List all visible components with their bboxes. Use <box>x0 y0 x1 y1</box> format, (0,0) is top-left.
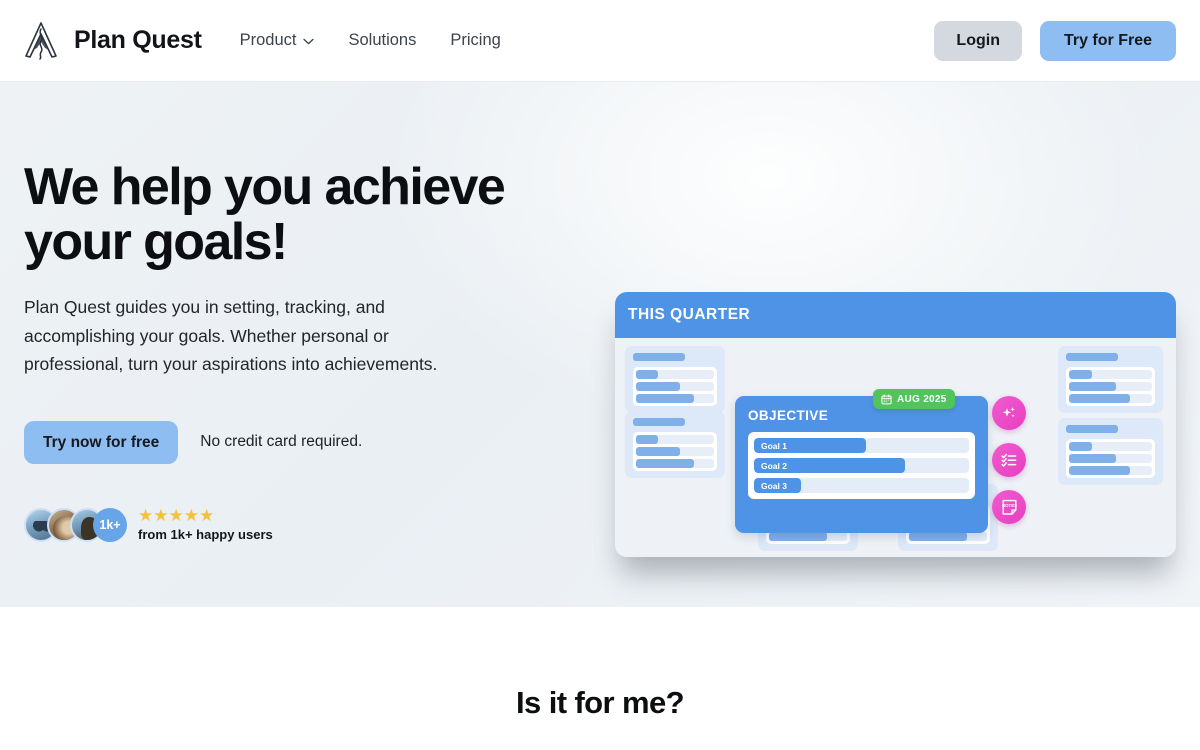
progress-row <box>636 394 714 403</box>
hero-subheading: Plan Quest guides you in setting, tracki… <box>24 297 438 375</box>
goal-label: Goal 2 <box>761 460 787 471</box>
progress-row <box>1069 454 1152 463</box>
goal-row: Goal 1 <box>754 438 969 453</box>
board-header: THIS QUARTER <box>615 292 1176 338</box>
progress-row <box>1069 466 1152 475</box>
rating-block: ★★★★★ from 1k+ happy users <box>138 507 273 542</box>
mini-card <box>1058 418 1163 485</box>
mini-card-rows <box>633 367 717 406</box>
mini-card <box>1058 346 1163 413</box>
date-badge: AUG 2025 <box>873 389 955 409</box>
mini-card <box>625 346 725 413</box>
no-credit-card-note: No credit card required. <box>200 433 363 451</box>
nav-item-product[interactable]: Product <box>240 31 315 50</box>
nav-links: Product Solutions Pricing <box>240 31 501 50</box>
goal-row: Goal 2 <box>754 458 969 473</box>
notes-icon: NOTES <box>1000 498 1019 517</box>
action-pill-group: NOTES <box>992 396 1026 524</box>
avatar-count-badge: 1k+ <box>93 507 127 542</box>
progress-row <box>909 532 987 541</box>
brand-name: Plan Quest <box>74 26 202 54</box>
mini-card-rows <box>1066 367 1155 406</box>
section-title: Is it for me? <box>516 685 685 720</box>
top-navbar: Plan Quest Product Solutions Pricing Log… <box>0 0 1200 82</box>
mini-card-title-bar <box>633 353 685 361</box>
social-proof: 1k+ ★★★★★ from 1k+ happy users <box>24 507 554 542</box>
notes-pill-button[interactable]: NOTES <box>992 490 1026 524</box>
mountain-peak-logo-icon <box>22 20 60 62</box>
hero-section: We help you achieve your goals! Plan Que… <box>0 82 1200 607</box>
goal-label: Goal 1 <box>761 440 787 451</box>
nav-item-pricing-label: Pricing <box>450 31 501 49</box>
hero-heading: We help you achieve your goals! <box>24 158 506 271</box>
mini-card-title-bar <box>633 418 685 426</box>
svg-text:NOTES: NOTES <box>1001 503 1016 508</box>
try-now-for-free-button[interactable]: Try now for free <box>24 420 179 465</box>
avatar-group: 1k+ <box>24 507 127 542</box>
sparkles-pill-button[interactable] <box>992 396 1026 430</box>
progress-row <box>1069 370 1152 379</box>
nav-item-solutions[interactable]: Solutions <box>348 31 416 50</box>
hero-cta-row: Try now for free No credit card required… <box>24 420 554 465</box>
goal-list: Goal 1 Goal 2 Goal 3 <box>748 432 975 499</box>
brand-logo-link[interactable]: Plan Quest <box>22 20 202 62</box>
nav-actions: Login Try for Free <box>934 20 1176 61</box>
chevron-down-icon <box>303 36 315 45</box>
hero-text-block: We help you achieve your goals! Plan Que… <box>24 160 554 542</box>
progress-row <box>636 370 714 379</box>
objective-title: OBJECTIVE <box>748 408 829 423</box>
progress-row <box>1069 442 1152 451</box>
date-badge-label: AUG 2025 <box>897 393 947 405</box>
goal-row: Goal 3 <box>754 478 969 493</box>
checklist-icon <box>1000 451 1018 469</box>
mini-card <box>625 411 725 478</box>
mini-card-rows <box>1066 439 1155 478</box>
board-title: THIS QUARTER <box>628 306 751 323</box>
mini-card-rows <box>633 432 717 471</box>
progress-row <box>636 459 714 468</box>
nav-item-solutions-label: Solutions <box>348 31 417 49</box>
progress-row <box>636 435 714 444</box>
progress-row <box>1069 394 1152 403</box>
progress-row <box>1069 382 1152 391</box>
star-rating-icon: ★★★★★ <box>138 506 215 526</box>
calendar-icon <box>881 393 892 405</box>
mini-card-title-bar <box>1066 425 1118 433</box>
objective-panel: OBJECTIVE Goal 1 Goal 2 Goal 3 <box>735 396 988 533</box>
nav-item-product-label: Product <box>239 31 297 49</box>
mini-card-title-bar <box>1066 353 1118 361</box>
goal-label: Goal 3 <box>761 480 787 491</box>
sparkles-icon <box>1000 404 1018 422</box>
login-button[interactable]: Login <box>934 20 1022 61</box>
progress-row <box>636 447 714 456</box>
progress-row <box>769 532 847 541</box>
quarter-board-illustration: THIS QUARTER OBJECTIVE Goal 1 Goal 2 Goa… <box>615 292 1176 557</box>
board-body: OBJECTIVE Goal 1 Goal 2 Goal 3 AUG 2025 … <box>615 338 1176 557</box>
is-it-for-me-section: Is it for me? <box>0 607 1200 750</box>
checklist-pill-button[interactable] <box>992 443 1026 477</box>
rating-caption: from 1k+ happy users <box>138 527 273 543</box>
progress-row <box>636 382 714 391</box>
try-for-free-button[interactable]: Try for Free <box>1039 20 1176 61</box>
nav-item-pricing[interactable]: Pricing <box>450 31 500 50</box>
